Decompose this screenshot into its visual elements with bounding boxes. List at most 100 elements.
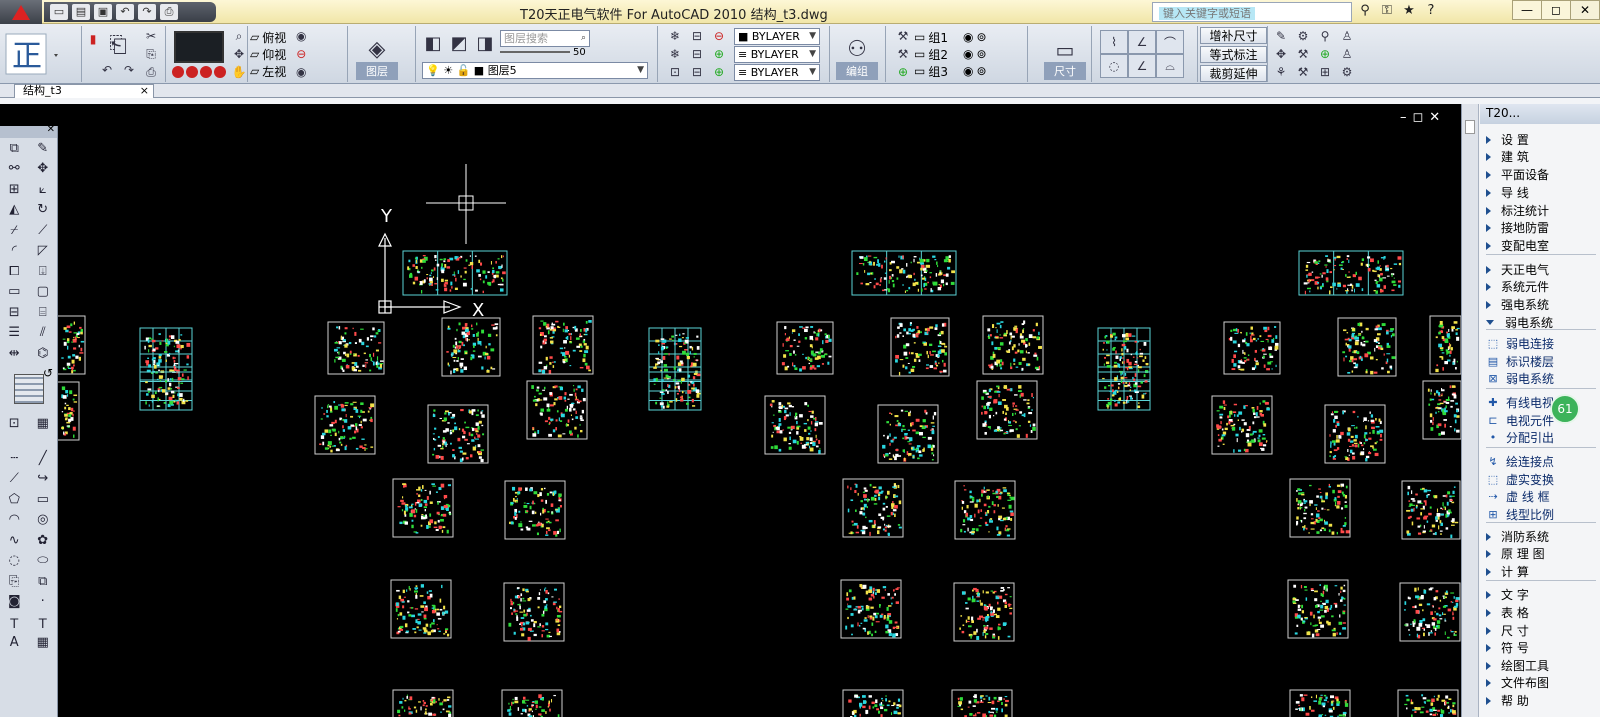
rectangle-tool-icon[interactable]: ▭ xyxy=(4,284,24,299)
group-item[interactable]: ▭ 组1 ◉ ⊚ xyxy=(914,29,987,46)
panel-menu-item[interactable]: 平面设备 xyxy=(1480,166,1600,184)
drawing-thumbnail[interactable] xyxy=(1223,321,1281,375)
close-tab-icon[interactable]: × xyxy=(140,85,149,97)
point-icon[interactable]: · xyxy=(33,594,53,609)
drawing-thumbnail[interactable] xyxy=(982,315,1044,375)
insert-block-icon[interactable]: ⎘ xyxy=(4,574,24,589)
help-search-input[interactable]: 键入关键字或短语 xyxy=(1152,2,1352,22)
drawing-thumbnail[interactable] xyxy=(1287,579,1349,639)
panel-menu-item[interactable]: ⊞ 线型比例 xyxy=(1480,506,1600,524)
panel-menu-item[interactable]: ⊠ 弱电系统 xyxy=(1480,370,1600,388)
view-left[interactable]: ▱ 左视 xyxy=(250,63,286,80)
dim-linear-icon[interactable]: ⌇ xyxy=(1100,30,1128,54)
drawing-thumbnail[interactable] xyxy=(1397,689,1459,717)
color-dropdown[interactable]: ■ BYLAYER ▼ xyxy=(734,27,820,45)
undo-small-icon[interactable]: ↶ xyxy=(96,61,118,79)
stop-icon[interactable] xyxy=(172,65,184,78)
star-icon[interactable]: ★ xyxy=(1400,2,1418,20)
drawing-thumbnail[interactable] xyxy=(139,371,193,411)
freeze-icon[interactable]: ❄ xyxy=(664,27,686,45)
panel-menu-item[interactable]: ↯ 绘连接点 xyxy=(1480,453,1600,471)
drawing-thumbnail[interactable] xyxy=(402,250,508,296)
panel-menu-item[interactable]: 尺 寸 xyxy=(1480,622,1600,640)
restore-button[interactable]: ◻ xyxy=(1541,0,1571,20)
drawing-thumbnail[interactable] xyxy=(1401,480,1461,540)
panel-menu-item[interactable]: • 分配引出 xyxy=(1480,429,1600,447)
help-icon[interactable]: ? xyxy=(1422,2,1440,20)
panel-menu-item[interactable]: ⬚ 弱电连接 xyxy=(1480,335,1600,353)
paste-icon[interactable]: ⎗ xyxy=(100,29,136,61)
clip-icon[interactable]: ⎙ xyxy=(140,63,162,81)
text-style-icon[interactable]: Ｔ xyxy=(33,613,53,632)
panel-menu-item[interactable]: ⬚ 虚实变换 xyxy=(1480,471,1600,489)
line-icon[interactable]: ╱ xyxy=(33,451,53,466)
panel-menu-item[interactable]: 绘图工具 xyxy=(1480,657,1600,675)
dim-radius-icon[interactable]: ◌ xyxy=(1100,54,1128,78)
tool-icon[interactable]: ⊞ xyxy=(1314,63,1336,81)
drawing-thumbnail[interactable] xyxy=(1429,315,1461,375)
drawing-thumbnail[interactable] xyxy=(314,395,376,455)
layer-state-icon[interactable]: ◧ xyxy=(422,33,444,54)
canvas-minimize-button[interactable]: – xyxy=(1400,110,1407,125)
link-icon[interactable]: ⊚ xyxy=(976,64,986,78)
stretch-icon[interactable]: ⟀ xyxy=(33,182,53,197)
drawing-thumbnail[interactable] xyxy=(951,689,1013,717)
trim-extend-button[interactable]: 裁剪延伸 xyxy=(1200,64,1267,82)
hatch-lines-icon[interactable]: ⫽ xyxy=(33,325,53,340)
panel-menu-item[interactable]: ⊏ 电视元件 xyxy=(1480,412,1600,430)
minimize-button[interactable]: — xyxy=(1512,0,1542,20)
stop-icon[interactable]: ⊖ xyxy=(708,27,730,45)
stop-icon[interactable]: ⊖ xyxy=(290,45,312,63)
drawing-thumbnail[interactable] xyxy=(1289,478,1351,538)
redo-arc-icon[interactable]: ↪ xyxy=(33,471,53,486)
hatch-swatch[interactable]: ↺ xyxy=(0,364,57,414)
tool-icon[interactable]: ♙ xyxy=(1336,27,1358,45)
brush-icon[interactable]: ✎ xyxy=(33,141,53,156)
linetype-dropdown[interactable]: ≡ BYLAYER ▼ xyxy=(734,45,820,63)
drawing-thumbnail[interactable] xyxy=(1298,250,1404,296)
panel-menu-item[interactable]: 文 字 xyxy=(1480,586,1600,604)
ellipse-icon[interactable]: ⬭ xyxy=(33,553,53,568)
zoom-icon[interactable]: ⌕ xyxy=(228,27,250,45)
canvas-close-button[interactable]: ✕ xyxy=(1429,110,1440,125)
add-icon[interactable]: ⊕ xyxy=(708,45,730,63)
panel-menu-item[interactable]: 变配电室 xyxy=(1480,237,1600,255)
stop-icon[interactable] xyxy=(186,65,198,78)
link-icon[interactable]: ⊚ xyxy=(976,47,986,61)
lock-icon[interactable]: ⊟ xyxy=(686,27,708,45)
dim-panel-button[interactable]: ▭ 尺寸 xyxy=(1044,28,1086,80)
stop-icon[interactable] xyxy=(214,65,226,78)
panel-menu-item[interactable]: 符 号 xyxy=(1480,639,1600,657)
copy-tool-icon[interactable]: ⧉ xyxy=(4,141,24,156)
tool-icon[interactable]: ⚘ xyxy=(1270,63,1292,81)
panel-menu-item[interactable]: 系统元件 xyxy=(1480,278,1600,296)
drawing-canvas[interactable]: Y X xyxy=(0,104,1461,717)
drawing-thumbnail[interactable] xyxy=(842,478,904,538)
group-item[interactable]: ▭ 组3 ◉ ⊚ xyxy=(914,63,987,80)
array-icon[interactable]: ⊞ xyxy=(4,182,24,197)
group-item[interactable]: ▭ 组2 ◉ ⊚ xyxy=(914,46,987,63)
rotate-icon[interactable]: ↻ xyxy=(33,202,53,217)
lock-icon[interactable]: ⊡ xyxy=(664,63,686,81)
panel-menu-item[interactable]: 文件布图 xyxy=(1480,674,1600,692)
panel-menu-item[interactable]: 建 筑 xyxy=(1480,148,1600,166)
eye-icon[interactable]: ◉ xyxy=(290,63,312,81)
tool-icon[interactable]: ⚙ xyxy=(1292,27,1314,45)
add-icon[interactable]: ⊕ xyxy=(892,63,914,81)
layer-panel-button[interactable]: ◈ 图层 xyxy=(356,28,398,80)
drawing-thumbnail[interactable] xyxy=(648,371,702,411)
settings-icon[interactable]: ⚙ xyxy=(1336,63,1358,81)
lineweight-dropdown[interactable]: ≡ BYLAYER ▼ xyxy=(734,63,820,81)
drawing-thumbnail[interactable] xyxy=(504,480,566,540)
panel-menu-item[interactable]: ▤ 标识楼层 xyxy=(1480,353,1600,371)
layer-dropdown[interactable]: 💡 ☀ 🔓 ■ 图层5 ▼ xyxy=(422,61,648,79)
drawing-thumbnail[interactable] xyxy=(56,381,80,441)
insert-icon[interactable]: ⍗ xyxy=(33,264,53,279)
lock-icon[interactable]: ⊟ xyxy=(686,63,708,81)
drawing-thumbnail[interactable] xyxy=(392,478,454,538)
polyline-icon[interactable]: ⟋ xyxy=(4,471,24,486)
rectangle-icon[interactable]: ▭ xyxy=(33,492,53,507)
mirror-icon[interactable]: ◭ xyxy=(4,202,24,217)
scale-icon[interactable]: ⧠ xyxy=(4,264,24,279)
key-icon[interactable]: ⚿ xyxy=(1378,2,1396,20)
